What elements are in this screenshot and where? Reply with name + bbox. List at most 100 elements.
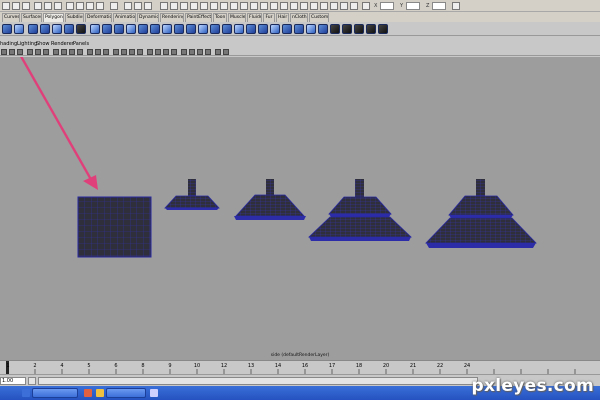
panel-tool-7[interactable] — [53, 49, 59, 55]
select-object-icon[interactable] — [44, 2, 52, 10]
lamp-mesh-4[interactable] — [425, 179, 537, 248]
shelf-icon-14[interactable] — [162, 24, 172, 34]
shelf-icon-25[interactable] — [294, 24, 304, 34]
panel-tool-20[interactable] — [163, 49, 169, 55]
tool-icon-13[interactable] — [280, 2, 288, 10]
z-field[interactable] — [432, 2, 446, 10]
shelf-icon-6[interactable] — [64, 24, 74, 34]
tab-dynamics[interactable]: Dynamics — [137, 13, 159, 22]
shelf-icon-2[interactable] — [14, 24, 24, 34]
taskbar-icon-4[interactable] — [150, 389, 158, 397]
side-viewport[interactable]: side (defaultRenderLayer) — [0, 57, 600, 360]
tool-icon-17[interactable] — [320, 2, 328, 10]
shelf-icon-18[interactable] — [210, 24, 220, 34]
panel-tool-23[interactable] — [189, 49, 195, 55]
tab-ncloth[interactable]: nCloth — [290, 13, 308, 22]
range-slider[interactable] — [38, 377, 478, 385]
tool-icon-2[interactable] — [170, 2, 178, 10]
panel-tool-25[interactable] — [205, 49, 211, 55]
construction-history-icon[interactable] — [110, 2, 118, 10]
tool-icon-10[interactable] — [250, 2, 258, 10]
panel-tool-17[interactable] — [137, 49, 143, 55]
tab-muscle[interactable]: Muscle — [228, 13, 246, 22]
panel-tool-13[interactable] — [103, 49, 109, 55]
shelf-icon-32[interactable] — [378, 24, 388, 34]
tool-icon-15[interactable] — [300, 2, 308, 10]
panel-tool-2[interactable] — [9, 49, 15, 55]
snap-view-icon[interactable] — [96, 2, 104, 10]
shelf-icon-8[interactable] — [90, 24, 100, 34]
taskbar-button-1[interactable] — [32, 388, 78, 398]
shelf-icon-11[interactable] — [126, 24, 136, 34]
menu-lighting[interactable]: Lighting — [17, 40, 37, 48]
shelf-icon-13[interactable] — [150, 24, 160, 34]
tool-icon-12[interactable] — [270, 2, 278, 10]
lamp-mesh-2[interactable] — [234, 179, 306, 220]
open-scene-icon[interactable] — [12, 2, 20, 10]
tab-polygons[interactable]: Polygons — [43, 13, 64, 22]
shelf-icon-9[interactable] — [102, 24, 112, 34]
tool-icon-4[interactable] — [190, 2, 198, 10]
render-frame-icon[interactable] — [124, 2, 132, 10]
shelf-icon-23[interactable] — [270, 24, 280, 34]
panel-tool-4[interactable] — [27, 49, 33, 55]
panel-tool-18[interactable] — [147, 49, 153, 55]
snap-point-icon[interactable] — [86, 2, 94, 10]
shelf-icon-16[interactable] — [186, 24, 196, 34]
menu-show[interactable]: Show — [36, 40, 50, 48]
taskbar-icon-2[interactable] — [84, 389, 92, 397]
shelf-icon-28[interactable] — [330, 24, 340, 34]
tab-toon[interactable]: Toon — [213, 13, 227, 22]
select-component-icon[interactable] — [54, 2, 62, 10]
menu-panels[interactable]: Panels — [73, 40, 89, 48]
snap-curve-icon[interactable] — [76, 2, 84, 10]
lamp-mesh-3[interactable] — [308, 179, 412, 241]
tab-fluids[interactable]: Fluids — [247, 13, 262, 22]
menu-renderer[interactable]: Renderer — [51, 40, 74, 48]
taskbar-icon-1[interactable] — [22, 389, 30, 397]
tab-animation[interactable]: Animation — [113, 13, 136, 22]
shelf-icon-29[interactable] — [342, 24, 352, 34]
panel-tool-5[interactable] — [35, 49, 41, 55]
tool-icon-20[interactable] — [350, 2, 358, 10]
tool-icon-1[interactable] — [160, 2, 168, 10]
panel-tool-26[interactable] — [215, 49, 221, 55]
tool-icon-16[interactable] — [310, 2, 318, 10]
shelf-icon-27[interactable] — [318, 24, 328, 34]
y-field[interactable] — [406, 2, 420, 10]
tool-icon-14[interactable] — [290, 2, 298, 10]
tool-icon-3[interactable] — [180, 2, 188, 10]
shelf-icon-1[interactable] — [2, 24, 12, 34]
panel-tool-24[interactable] — [197, 49, 203, 55]
start-time-field[interactable]: 1.00 — [0, 377, 26, 385]
tool-icon-22[interactable] — [452, 2, 460, 10]
shelf-icon-20[interactable] — [234, 24, 244, 34]
panel-tool-3[interactable] — [17, 49, 23, 55]
shelf-icon-15[interactable] — [174, 24, 184, 34]
tab-surfaces[interactable]: Surfaces — [21, 13, 42, 22]
shelf-icon-3[interactable] — [28, 24, 38, 34]
panel-tool-12[interactable] — [95, 49, 101, 55]
shelf-icon-30[interactable] — [354, 24, 364, 34]
panel-tool-14[interactable] — [113, 49, 119, 55]
shelf-icon-10[interactable] — [114, 24, 124, 34]
shelf-icon-24[interactable] — [282, 24, 292, 34]
tab-custom[interactable]: Custom — [309, 13, 329, 22]
panel-tool-1[interactable] — [1, 49, 7, 55]
lamp-mesh-1[interactable] — [164, 179, 220, 210]
tool-icon-19[interactable] — [340, 2, 348, 10]
tab-painteffects[interactable]: PaintEffects — [185, 13, 212, 22]
time-slider[interactable]: 1 2 4 5 6 8 9 10 12 13 14 16 17 18 20 21… — [0, 360, 600, 375]
tool-icon-18[interactable] — [330, 2, 338, 10]
tool-icon-6[interactable] — [210, 2, 218, 10]
menu-shading[interactable]: hading — [0, 40, 17, 48]
shelf-icon-17[interactable] — [198, 24, 208, 34]
select-hierarchy-icon[interactable] — [34, 2, 42, 10]
panel-tool-21[interactable] — [171, 49, 177, 55]
range-start-box[interactable] — [28, 377, 36, 385]
shelf-icon-4[interactable] — [40, 24, 50, 34]
panel-tool-8[interactable] — [61, 49, 67, 55]
shelf-icon-22[interactable] — [258, 24, 268, 34]
tool-icon-11[interactable] — [260, 2, 268, 10]
save-scene-icon[interactable] — [22, 2, 30, 10]
